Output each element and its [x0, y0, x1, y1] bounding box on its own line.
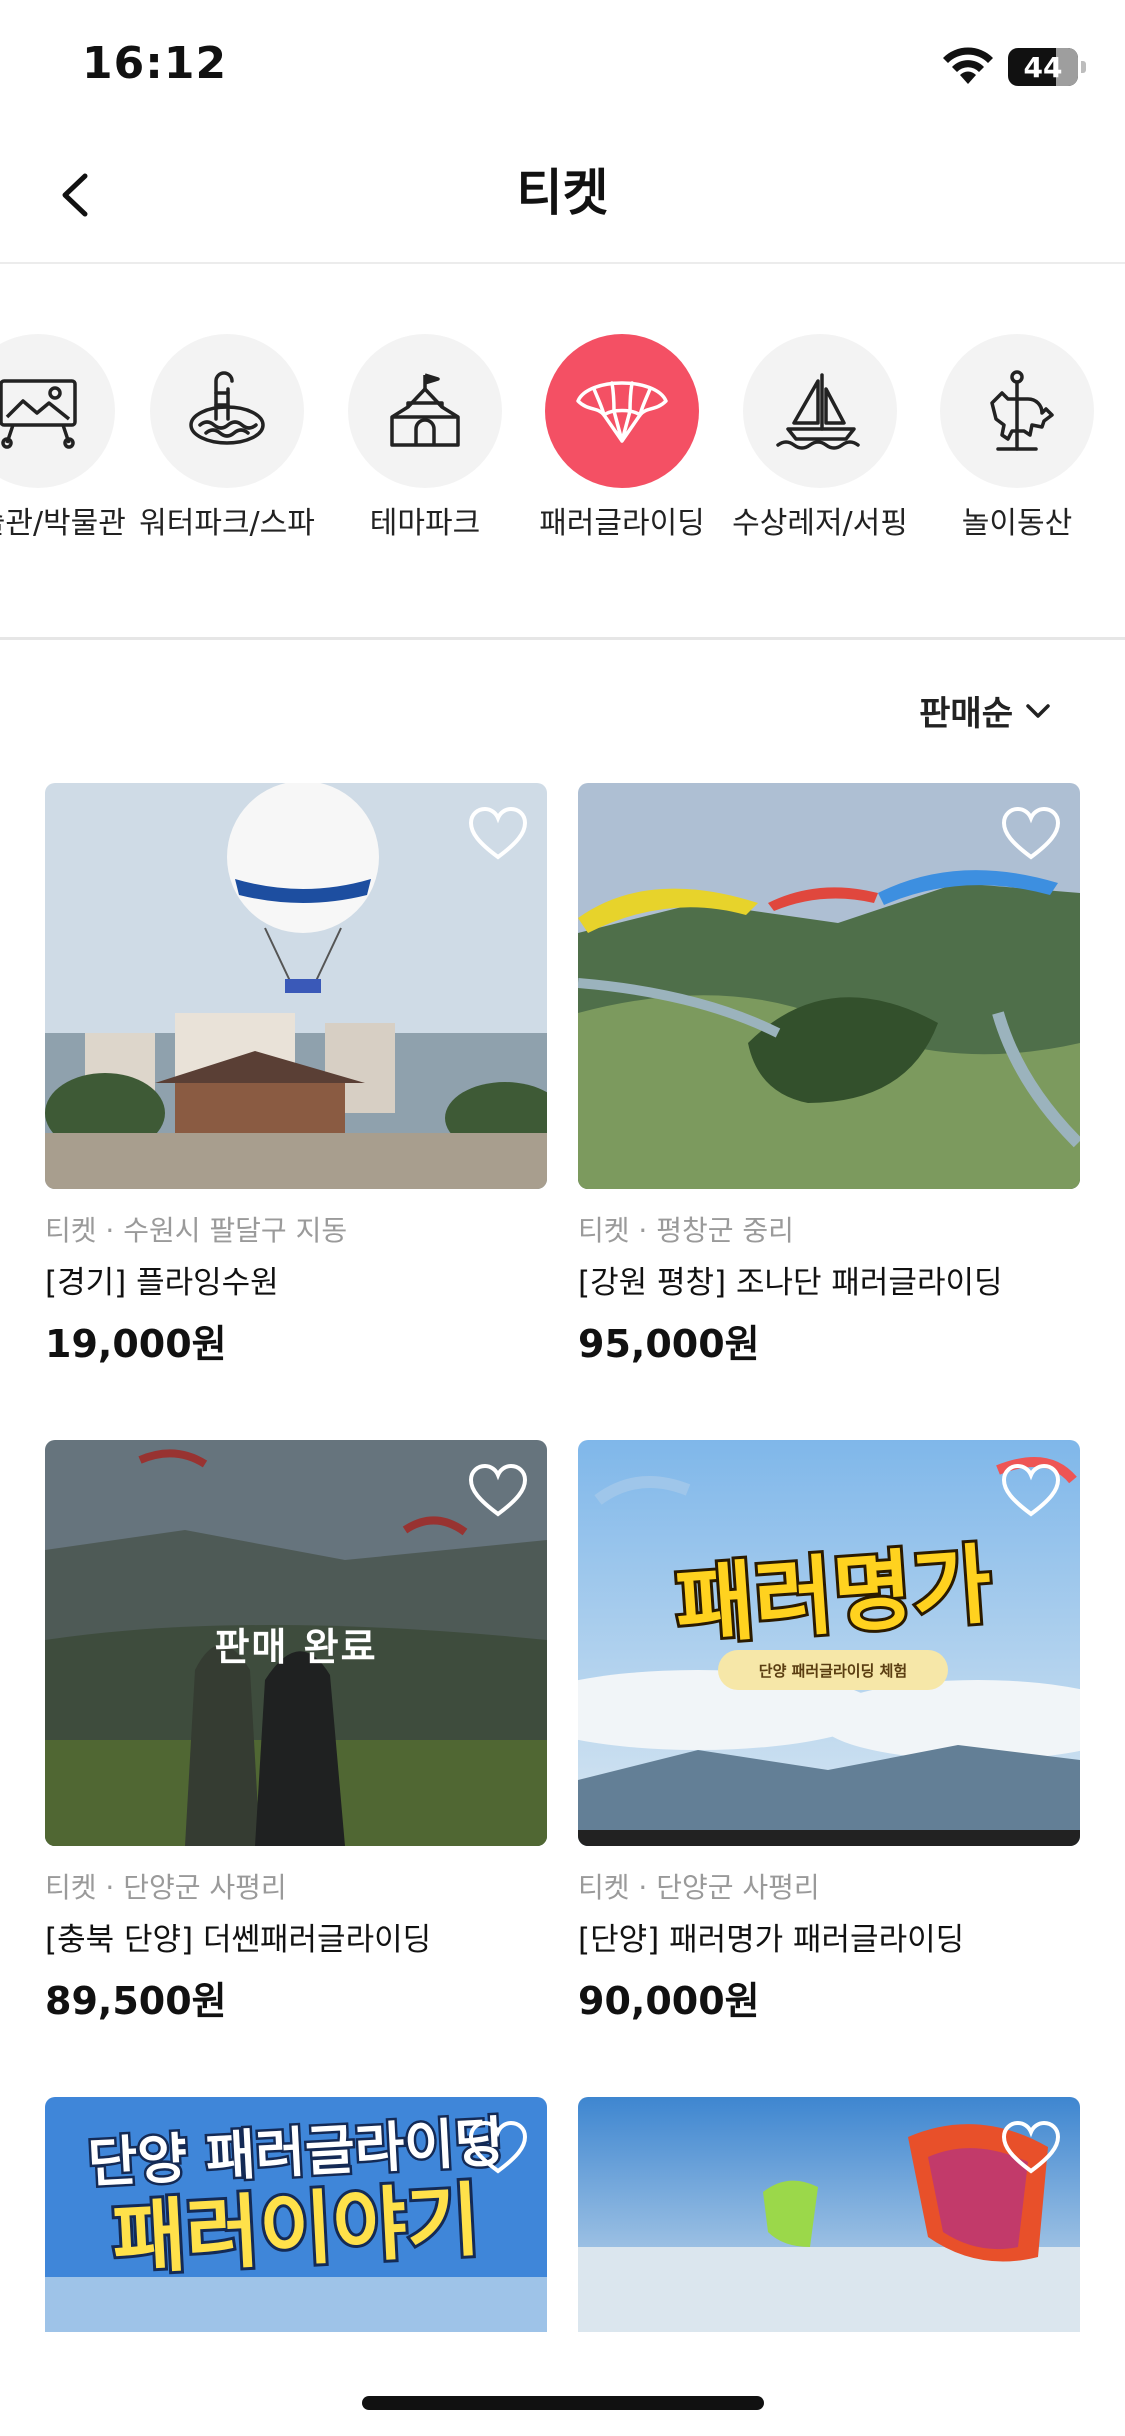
category-label: 테마파크	[369, 506, 481, 541]
image-subtitle: 단양 패러글라이딩 체험	[759, 1662, 907, 1680]
product-card[interactable]: 티켓 · 수원시 팔달구 지동 [경기] 플라잉수원 19,000원	[45, 783, 547, 1367]
product-image[interactable]	[578, 783, 1080, 1189]
sort-dropdown[interactable]: 판매순	[919, 686, 1051, 735]
category-paragliding[interactable]: 패러글라이딩	[522, 334, 722, 544]
product-card[interactable]	[578, 2097, 1080, 2332]
category-label: 미술관/박물관	[0, 506, 126, 541]
category-waterpark[interactable]: 워터파크/스파	[127, 334, 327, 544]
product-image[interactable]	[578, 2097, 1080, 2332]
heart-icon[interactable]	[467, 805, 529, 863]
status-bar: 16:12 44	[0, 0, 1125, 130]
category-amusement-park[interactable]: 놀이동산	[917, 334, 1117, 544]
category-label: 놀이동산	[961, 506, 1073, 541]
image-title: 패러이야기	[110, 2173, 482, 2285]
heart-icon[interactable]	[1000, 1462, 1062, 1520]
product-image[interactable]	[45, 783, 547, 1189]
category-label: 워터파크/스파	[139, 506, 315, 541]
battery-icon: 44	[1008, 48, 1086, 86]
battery-level: 44	[1023, 50, 1063, 84]
product-meta: 티켓 · 평창군 중리	[578, 1214, 794, 1247]
waterpark-icon	[189, 371, 265, 445]
sailboat-icon	[776, 373, 860, 450]
product-card[interactable]: 단양 패러글라이딩 체험 패러명가 티켓 · 단양군 사평리 [단양] 패러명가…	[578, 1440, 1080, 2024]
product-image[interactable]: 단양 패러글라이딩 패러이야기	[45, 2097, 547, 2332]
category-label: 수상레저/서핑	[732, 506, 908, 541]
product-card[interactable]: 단양 패러글라이딩 패러이야기	[45, 2097, 547, 2332]
heart-icon[interactable]	[1000, 805, 1062, 863]
category-label: 패러글라이딩	[539, 506, 705, 541]
product-name[interactable]: [충북 단양] 더쎈패러글라이딩	[45, 1920, 547, 1960]
product-name[interactable]: [강원 평창] 조나단 패러글라이딩	[578, 1263, 1080, 1303]
category-carousel[interactable]: 미술관/박물관 워터파크/스파 테마파크	[0, 264, 1125, 640]
carousel-horse-icon	[990, 370, 1054, 451]
category-themepark[interactable]: 테마파크	[325, 334, 525, 544]
product-price: 95,000원	[578, 1322, 760, 1366]
product-price: 90,000원	[578, 1979, 760, 2023]
product-name[interactable]: [단양] 패러명가 패러글라이딩	[578, 1920, 1080, 1960]
page-title: 티켓	[516, 164, 609, 222]
product-meta: 티켓 · 단양군 사평리	[45, 1871, 287, 1904]
museum-icon	[0, 379, 77, 449]
product-meta: 티켓 · 수원시 팔달구 지동	[45, 1214, 348, 1247]
paraglider-icon	[576, 381, 668, 443]
sort-label: 판매순	[919, 694, 1013, 734]
product-image[interactable]: 판매 완료	[45, 1440, 547, 1846]
product-card[interactable]: 티켓 · 평창군 중리 [강원 평창] 조나단 패러글라이딩 95,000원	[578, 783, 1080, 1367]
product-price: 19,000원	[45, 1322, 227, 1366]
heart-icon[interactable]	[467, 2119, 529, 2177]
product-card[interactable]: 판매 완료 티켓 · 단양군 사평리 [충북 단양] 더쎈패러글라이딩 89,5…	[45, 1440, 547, 2024]
header: 티켓	[0, 130, 1125, 264]
castle-icon	[390, 373, 460, 447]
heart-icon[interactable]	[467, 1462, 529, 1520]
home-indicator[interactable]	[362, 2396, 764, 2410]
category-water-leisure[interactable]: 수상레저/서핑	[720, 334, 920, 544]
wifi-icon	[943, 47, 993, 84]
product-name[interactable]: [경기] 플라잉수원	[45, 1263, 547, 1303]
status-time: 16:12	[82, 38, 228, 89]
category-museum[interactable]: 미술관/박물관	[0, 334, 138, 544]
chevron-down-icon	[1026, 703, 1050, 718]
product-meta: 티켓 · 단양군 사평리	[578, 1871, 820, 1904]
heart-icon[interactable]	[1000, 2119, 1062, 2177]
product-image[interactable]: 단양 패러글라이딩 체험 패러명가	[578, 1440, 1080, 1846]
product-price: 89,500원	[45, 1979, 227, 2023]
